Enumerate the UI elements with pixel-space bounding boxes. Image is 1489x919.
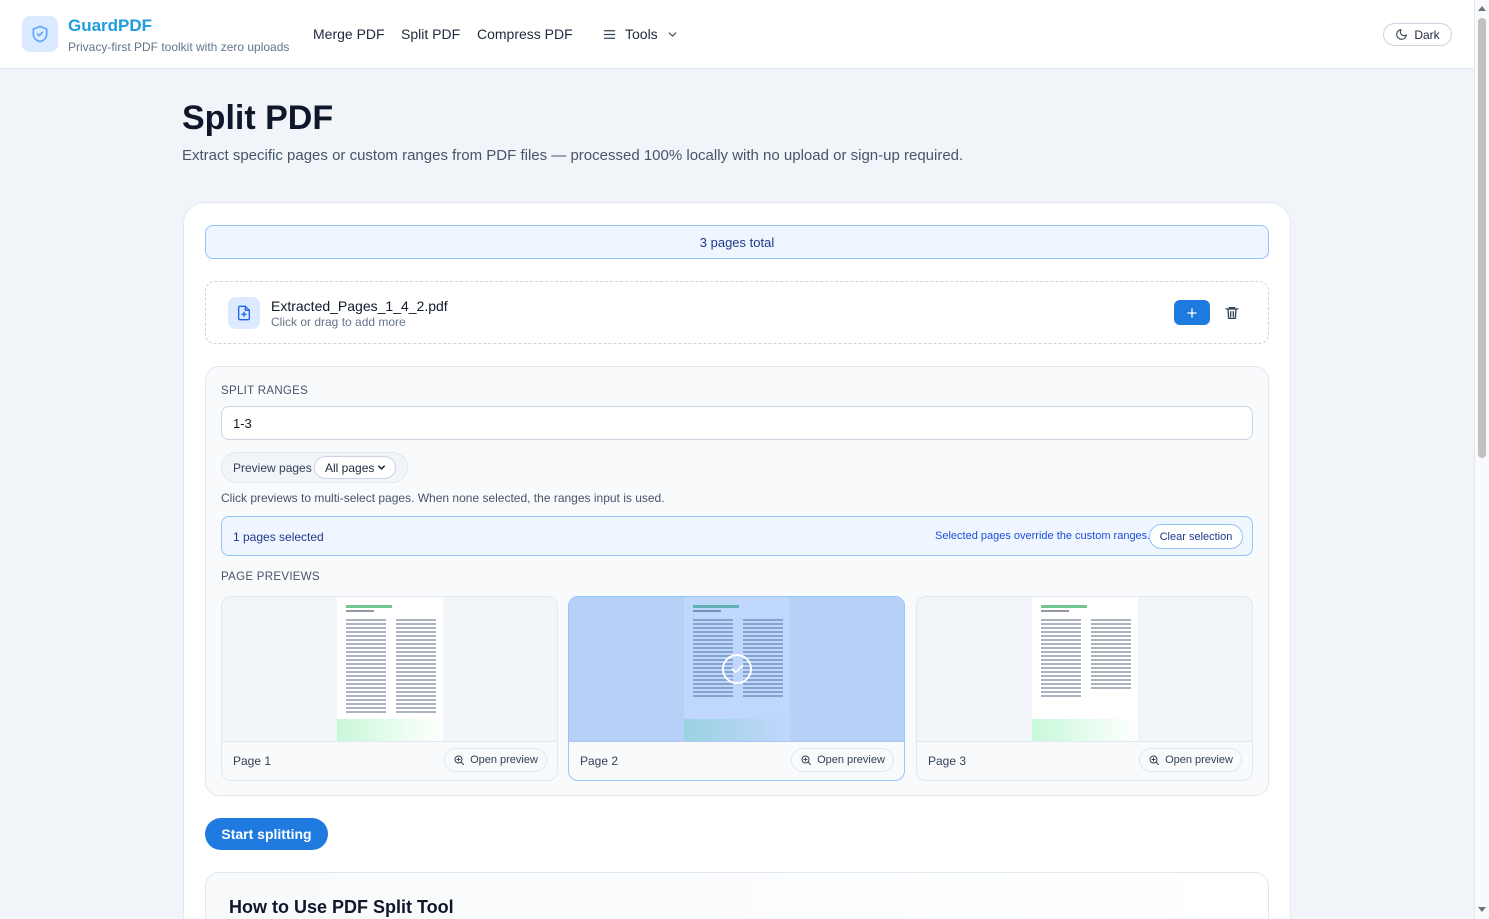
total-pages-banner: 3 pages total <box>205 225 1269 259</box>
zoom-in-icon <box>801 755 812 765</box>
delete-file-button[interactable] <box>1222 302 1242 324</box>
page-label: Page 1 <box>233 754 272 768</box>
plus-icon <box>1187 307 1197 318</box>
clear-selection-button[interactable]: Clear selection <box>1149 524 1243 549</box>
check-circle-icon <box>722 654 752 684</box>
page-thumbnail[interactable] <box>917 597 1252 742</box>
shield-logo-icon[interactable] <box>22 16 58 52</box>
scroll-down-arrow-icon[interactable] <box>1478 907 1486 912</box>
page-title: Split PDF <box>182 99 334 137</box>
file-dropzone[interactable]: Extracted_Pages_1_4_2.pdf Click or drag … <box>205 281 1269 344</box>
split-ranges-input[interactable] <box>221 406 1253 440</box>
open-preview-button[interactable]: Open preview <box>1139 748 1242 772</box>
add-file-button[interactable] <box>1174 300 1210 325</box>
page-label: Page 2 <box>580 754 619 768</box>
brand-tagline: Privacy-first PDF toolkit with zero uplo… <box>68 40 290 54</box>
open-preview-button[interactable]: Open preview <box>791 748 894 772</box>
pdf-page-image <box>337 597 443 741</box>
page-description: Extract specific pages or custom ranges … <box>182 147 964 164</box>
zoom-in-icon <box>1149 755 1160 765</box>
top-navigation-bar: GuardPDF Privacy-first PDF toolkit with … <box>0 0 1474 69</box>
page-label: Page 3 <box>928 754 967 768</box>
open-preview-label: Open preview <box>817 754 885 766</box>
open-preview-label: Open preview <box>470 754 538 766</box>
nav-merge-pdf[interactable]: Merge PDF <box>313 26 385 42</box>
zoom-in-icon <box>454 755 465 765</box>
preview-pages-select[interactable]: All pages <box>314 456 396 479</box>
start-splitting-button[interactable]: Start splitting <box>205 818 328 850</box>
chevron-down-icon <box>668 31 676 37</box>
page-thumbnail[interactable] <box>222 597 557 742</box>
trash-icon <box>1225 307 1239 319</box>
page-preview-card[interactable]: Page 1 Open preview <box>221 596 558 781</box>
file-add-hint: Click or drag to add more <box>271 315 406 329</box>
scroll-up-arrow-icon[interactable] <box>1478 6 1486 11</box>
page-preview-card-selected[interactable]: Page 2 Open preview <box>568 596 905 781</box>
override-note: Selected pages override the custom range… <box>935 530 1151 542</box>
page-scrollbar[interactable] <box>1474 0 1489 919</box>
scrollbar-thumb[interactable] <box>1478 18 1486 458</box>
preview-pages-value: All pages <box>325 460 375 475</box>
moon-icon <box>1396 29 1408 40</box>
brand-name[interactable]: GuardPDF <box>68 16 152 36</box>
preview-pages-label: Preview pages <box>233 461 312 475</box>
split-ranges-label: SPLIT RANGES <box>221 385 309 397</box>
how-to-section: How to Use PDF Split Tool <box>205 872 1269 919</box>
selected-pages-count: 1 pages selected <box>233 530 324 544</box>
preview-pages-control: Preview pages All pages <box>221 452 408 483</box>
page-previews-label: PAGE PREVIEWS <box>221 571 320 583</box>
dark-mode-toggle[interactable]: Dark <box>1383 23 1452 46</box>
open-preview-button[interactable]: Open preview <box>444 748 547 772</box>
selection-status-bar: 1 pages selected Selected pages override… <box>221 516 1253 556</box>
tools-label: Tools <box>625 26 658 42</box>
how-to-title: How to Use PDF Split Tool <box>229 897 454 917</box>
page-thumbnail[interactable] <box>569 597 904 742</box>
tools-menu-button[interactable]: Tools <box>602 26 679 42</box>
page-preview-card[interactable]: Page 3 Open preview <box>916 596 1253 781</box>
selection-hint: Click previews to multi-select pages. Wh… <box>221 491 665 505</box>
dark-mode-label: Dark <box>1414 27 1440 42</box>
nav-compress-pdf[interactable]: Compress PDF <box>477 26 573 42</box>
file-name: Extracted_Pages_1_4_2.pdf <box>271 298 448 314</box>
menu-icon <box>603 29 616 39</box>
open-preview-label: Open preview <box>1165 754 1233 766</box>
pdf-page-image <box>1032 597 1138 741</box>
file-plus-icon <box>228 297 260 329</box>
chevron-down-icon <box>378 465 385 470</box>
nav-split-pdf[interactable]: Split PDF <box>401 26 460 42</box>
